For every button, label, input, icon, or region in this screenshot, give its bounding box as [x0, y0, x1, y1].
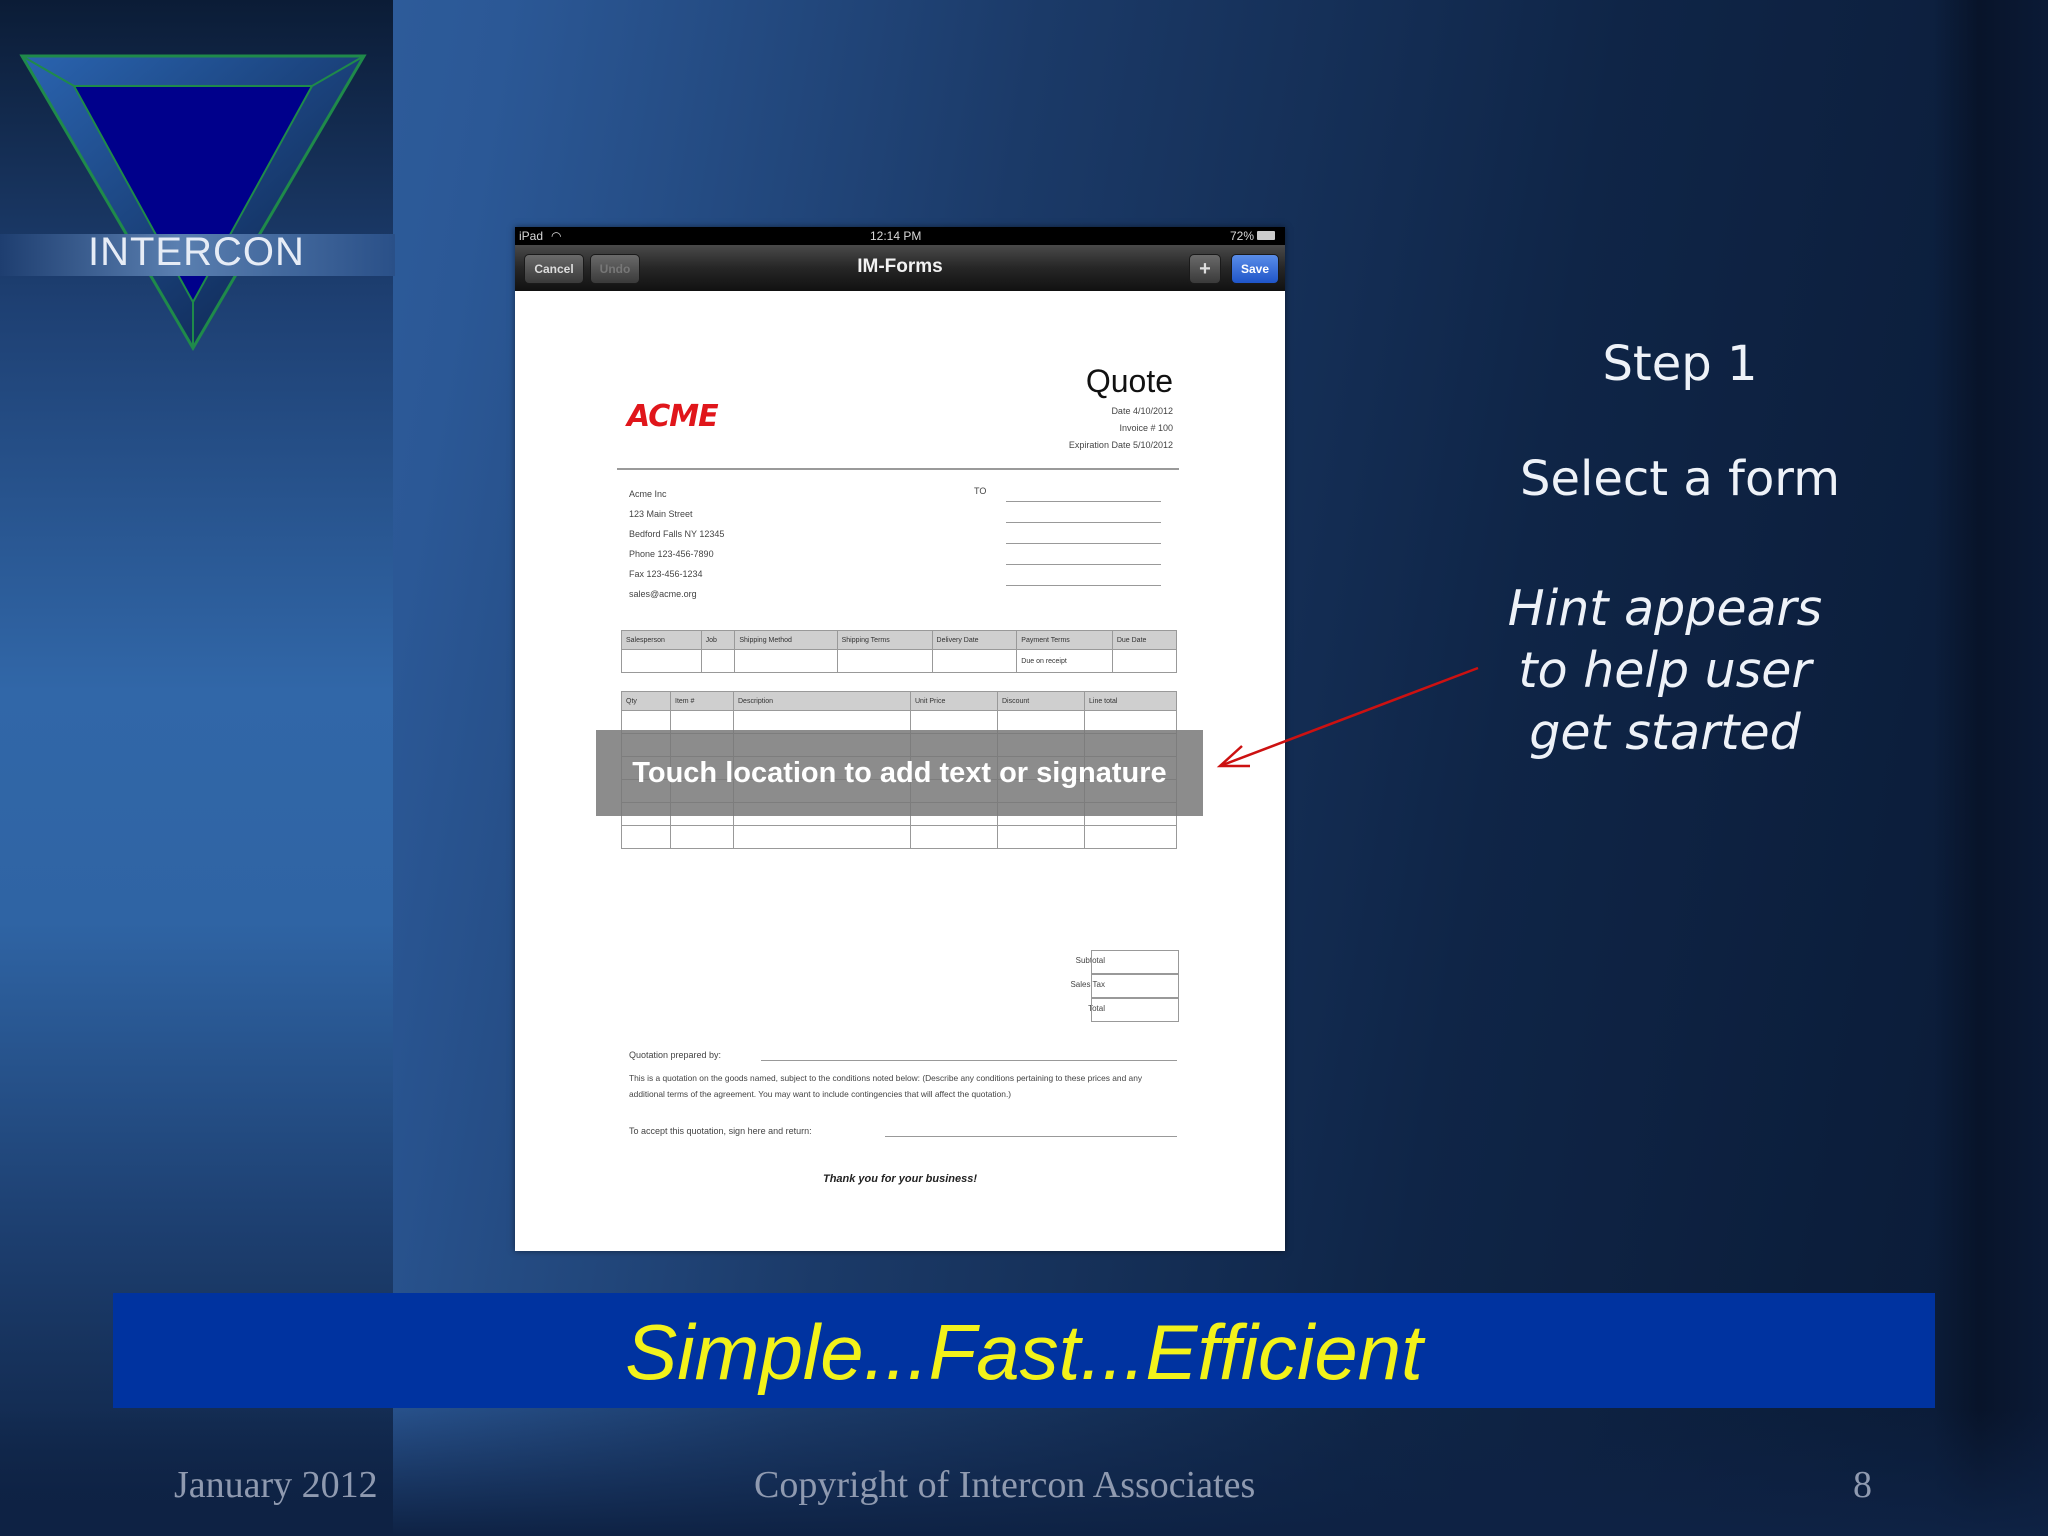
table-cell[interactable] — [910, 825, 998, 849]
order-info-table: Salesperson Job Shipping Method Shipping… — [621, 630, 1178, 673]
intercon-logo — [18, 52, 368, 352]
tagline: Simple...Fast...Efficient — [625, 1308, 1423, 1396]
wifi-icon: ◠ — [551, 229, 562, 243]
hint-line: Hint appears — [1507, 580, 1823, 637]
table-header: Line total — [1084, 691, 1177, 711]
status-bar: iPad ◠ 12:14 PM 72% — [515, 227, 1285, 245]
accept-label: To accept this quotation, sign here and … — [629, 1126, 812, 1136]
footer-copyright: Copyright of Intercon Associates — [754, 1464, 1256, 1506]
arrow-icon — [1216, 666, 1479, 768]
add-button[interactable]: + — [1189, 254, 1221, 284]
table-header: Shipping Terms — [836, 630, 933, 650]
table-cell[interactable] — [621, 825, 671, 849]
quote-date: Date 4/10/2012 — [1111, 406, 1173, 416]
table-cell[interactable] — [997, 825, 1085, 849]
step-action: Select a form — [1520, 451, 1840, 507]
table-header: Job — [700, 630, 736, 650]
table-header: Salesperson — [621, 630, 702, 650]
table-cell[interactable] — [621, 649, 702, 673]
tagline-banner: Simple...Fast...Efficient — [113, 1293, 1935, 1408]
quote-invoice: Invoice # 100 — [1119, 423, 1173, 433]
logo-triangle-icon — [19, 54, 367, 351]
table-header: Discount — [997, 691, 1085, 711]
sales-tax-field[interactable] — [1091, 974, 1179, 998]
nav-bar: Cancel Undo IM-Forms + Save — [515, 245, 1285, 291]
prepared-by-line[interactable] — [761, 1060, 1177, 1061]
address-line: sales@acme.org — [629, 589, 697, 599]
quote-meta: Date 4/10/2012 Invoice # 100 Expiration … — [1069, 403, 1173, 454]
slide-number: 8 — [1853, 1464, 1872, 1506]
hint-line: to help user — [1518, 642, 1812, 699]
company-address: Acme Inc 123 Main Street Bedford Falls N… — [629, 484, 724, 604]
subtotal-field[interactable] — [1091, 950, 1179, 974]
table-cell[interactable] — [1111, 649, 1178, 673]
table-header: Item # — [670, 691, 734, 711]
table-header: Shipping Method — [734, 630, 838, 650]
prepared-by-label: Quotation prepared by: — [629, 1050, 722, 1060]
right-strip — [1933, 0, 2048, 1536]
table-cell[interactable] — [836, 649, 933, 673]
table-header: Description — [733, 691, 911, 711]
table-header: Delivery Date — [931, 630, 1018, 650]
step-label: Step 1 — [1602, 336, 1758, 392]
quote-expiration: Expiration Date 5/10/2012 — [1068, 440, 1173, 450]
save-button[interactable]: Save — [1231, 254, 1279, 284]
address-line: 123 Main Street — [629, 509, 693, 519]
address-line: Bedford Falls NY 12345 — [629, 529, 725, 539]
hint-description: Hint appears to help user get started — [1470, 578, 1860, 764]
table-cell[interactable] — [1084, 825, 1177, 849]
table-cell[interactable] — [733, 825, 911, 849]
to-field-line[interactable] — [1006, 585, 1161, 586]
table-cell[interactable] — [734, 649, 838, 673]
footer-date: January 2012 — [174, 1464, 378, 1506]
terms-text: This is a quotation on the goods named, … — [629, 1073, 1143, 1099]
to-field-line[interactable] — [1006, 564, 1161, 565]
table-header: Qty — [621, 691, 671, 711]
address-line: Phone 123-456-7890 — [629, 549, 714, 559]
table-header: Unit Price — [910, 691, 998, 711]
table-header: Payment Terms — [1016, 630, 1113, 650]
hint-line: get started — [1529, 704, 1801, 761]
address-line: Fax 123-456-1234 — [629, 569, 703, 579]
quote-form[interactable]: ACME Quote Date 4/10/2012 Invoice # 100 … — [515, 291, 1285, 1251]
logo-text: INTERCON — [88, 230, 305, 274]
table-cell[interactable] — [700, 649, 736, 673]
ipad-screenshot: iPad ◠ 12:14 PM 72% Cancel Undo IM-Forms… — [515, 227, 1285, 1251]
quote-title: Quote — [1085, 363, 1173, 399]
address-line: Acme Inc — [629, 489, 667, 499]
thanks-text: Thank you for your business! — [822, 1173, 978, 1185]
battery-icon — [1257, 231, 1275, 240]
to-field-line[interactable] — [1006, 522, 1161, 523]
status-device: iPad — [519, 229, 544, 243]
table-cell[interactable] — [931, 649, 1018, 673]
hint-overlay: Touch location to add text or signature — [596, 730, 1203, 816]
to-label: TO — [974, 486, 987, 496]
to-field-line[interactable] — [1006, 501, 1161, 502]
status-battery: 72% — [1230, 229, 1255, 243]
total-field[interactable] — [1091, 998, 1179, 1022]
table-header: Due Date — [1111, 630, 1178, 650]
table-cell[interactable]: Due on receipt — [1016, 649, 1113, 673]
signature-line[interactable] — [885, 1136, 1177, 1137]
table-cell[interactable] — [670, 825, 734, 849]
to-field-line[interactable] — [1006, 543, 1161, 544]
nav-title: IM-Forms — [857, 256, 943, 277]
status-time: 12:14 PM — [870, 229, 922, 243]
header-rule — [617, 468, 1179, 470]
company-logo: ACME — [627, 399, 719, 434]
